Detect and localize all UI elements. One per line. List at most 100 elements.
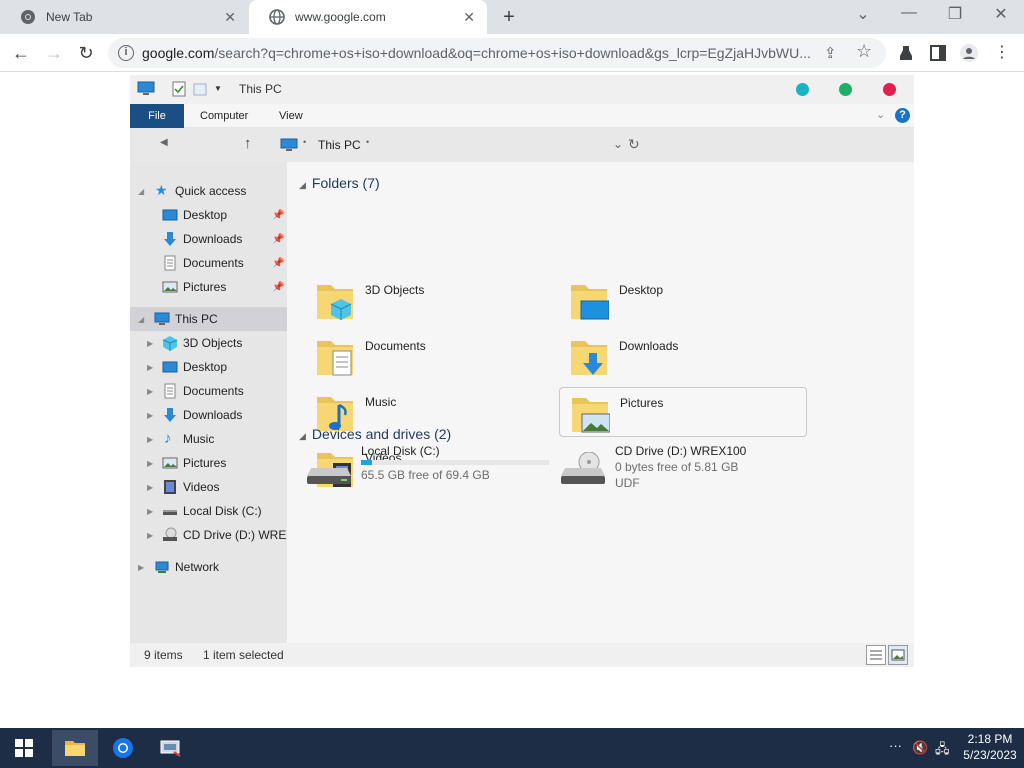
- properties-check-icon[interactable]: [172, 81, 186, 97]
- folders-group-header[interactable]: ◢ Folders (7): [299, 175, 380, 191]
- nav-quick-access[interactable]: ◢ ★ Quick access: [130, 179, 287, 203]
- nav-this-pc[interactable]: ◢ This PC: [130, 307, 287, 331]
- nav-music[interactable]: ▶ ♪ Music: [130, 427, 287, 451]
- nav-qa-desktop[interactable]: Desktop 📌: [130, 203, 287, 227]
- pin-icon[interactable]: 📌: [272, 282, 284, 293]
- folder-3d-objects[interactable]: 3D Objects: [305, 275, 553, 325]
- collapse-arrow-icon[interactable]: ◢: [138, 315, 148, 324]
- nav-qa-documents[interactable]: Documents 📌: [130, 251, 287, 275]
- folder-desktop[interactable]: Desktop: [559, 275, 807, 325]
- overflow-dots-icon[interactable]: ···: [889, 738, 902, 753]
- expand-arrow-icon[interactable]: ▶: [147, 435, 157, 444]
- taskbar-file-explorer[interactable]: [52, 730, 98, 766]
- extensions-icon[interactable]: [897, 44, 915, 62]
- address-bar[interactable]: i google.com/search?q=chrome+os+iso+down…: [108, 38, 886, 68]
- breadcrumb-separator-icon[interactable]: •: [366, 137, 369, 147]
- forward-button[interactable]: →: [43, 42, 65, 64]
- back-arrow-icon[interactable]: ◀: [160, 137, 168, 148]
- side-panel-icon[interactable]: [929, 44, 947, 62]
- ribbon-tab-computer[interactable]: Computer: [200, 110, 248, 122]
- expand-arrow-icon[interactable]: ▶: [147, 339, 157, 348]
- minimize-icon[interactable]: —: [899, 4, 919, 22]
- refresh-icon[interactable]: ↻: [628, 136, 640, 153]
- volume-muted-icon[interactable]: 🔇: [912, 740, 928, 756]
- ribbon-tabs: File Computer View ⌄ ?: [130, 104, 914, 128]
- large-icons-view-icon[interactable]: [888, 645, 908, 665]
- 3d-objects-icon: [162, 336, 178, 351]
- expand-arrow-icon[interactable]: ▶: [147, 483, 157, 492]
- tab-google[interactable]: www.google.com ✕: [249, 0, 487, 34]
- breadcrumb-separator-icon[interactable]: •: [303, 137, 306, 147]
- nav-documents[interactable]: ▶ Documents: [130, 379, 287, 403]
- expand-arrow-icon[interactable]: ▶: [138, 563, 148, 572]
- collapse-arrow-icon[interactable]: ◢: [299, 431, 306, 441]
- nav-desktop[interactable]: ▶ Desktop: [130, 355, 287, 379]
- nav-qa-pictures[interactable]: Pictures 📌: [130, 275, 287, 299]
- minimize-dot-icon[interactable]: [796, 83, 809, 96]
- taskbar-clock[interactable]: 2:18 PM 5/23/2023: [958, 731, 1022, 763]
- details-view-icon[interactable]: [866, 645, 886, 665]
- up-arrow-icon[interactable]: ↑: [244, 135, 252, 152]
- globe-icon: [269, 9, 285, 25]
- folder-downloads[interactable]: Downloads: [559, 331, 807, 381]
- url-text[interactable]: google.com/search?q=chrome+os+iso+downlo…: [142, 45, 822, 61]
- profile-avatar-icon[interactable]: [960, 44, 978, 62]
- expand-arrow-icon[interactable]: ▶: [147, 387, 157, 396]
- nav-downloads[interactable]: ▶ Downloads: [130, 403, 287, 427]
- new-folder-icon[interactable]: [193, 81, 207, 97]
- taskbar-chrome[interactable]: [100, 730, 146, 766]
- drive-local-disk[interactable]: Local Disk (C:) 65.5 GB free of 69.4 GB: [305, 444, 555, 494]
- collapse-arrow-icon[interactable]: ◢: [299, 180, 306, 190]
- customize-qat-chevron-icon[interactable]: ▼: [214, 84, 222, 100]
- folder-pictures[interactable]: Pictures: [559, 387, 807, 437]
- nav-3d-objects[interactable]: ▶ 3D Objects: [130, 331, 287, 355]
- new-tab-button[interactable]: +: [498, 6, 520, 29]
- restore-icon[interactable]: ❐: [945, 4, 965, 24]
- close-window-icon[interactable]: ✕: [991, 4, 1011, 24]
- tab-new-tab[interactable]: New Tab ✕: [0, 0, 248, 34]
- reload-button[interactable]: ↻: [75, 42, 97, 64]
- nav-label: Downloads: [183, 232, 243, 246]
- nav-cd-drive[interactable]: ▶ CD Drive (D:) WREX100: [130, 523, 287, 547]
- window-title: This PC: [239, 82, 282, 96]
- folder-documents[interactable]: Documents: [305, 331, 553, 381]
- expand-arrow-icon[interactable]: ▶: [147, 507, 157, 516]
- music-icon: ♪: [164, 430, 172, 447]
- nav-qa-downloads[interactable]: Downloads 📌: [130, 227, 287, 251]
- expand-arrow-icon[interactable]: ▶: [147, 411, 157, 420]
- tab-strip: New Tab ✕ www.google.com ✕ + ⌄ — ❐ ✕: [0, 0, 1024, 34]
- nav-network[interactable]: ▶ Network: [130, 555, 287, 579]
- drive-cd[interactable]: CD Drive (D:) WREX100 0 bytes free of 5.…: [559, 444, 809, 494]
- help-icon[interactable]: ?: [895, 108, 910, 123]
- network-disconnected-icon[interactable]: 🖧: [935, 740, 950, 762]
- expand-arrow-icon[interactable]: ▶: [147, 459, 157, 468]
- expand-arrow-icon[interactable]: ▶: [147, 363, 157, 372]
- site-info-icon[interactable]: i: [118, 45, 134, 61]
- start-button-icon[interactable]: [15, 739, 33, 757]
- pin-icon[interactable]: 📌: [272, 258, 284, 269]
- nav-local-disk[interactable]: ▶ Local Disk (C:): [130, 499, 287, 523]
- tab-close-icon[interactable]: ✕: [463, 9, 475, 26]
- nav-videos[interactable]: ▶ Videos: [130, 475, 287, 499]
- collapse-arrow-icon[interactable]: ◢: [138, 187, 148, 196]
- pin-icon[interactable]: 📌: [272, 234, 284, 245]
- address-history-chevron-icon[interactable]: ⌄: [613, 137, 623, 151]
- bookmark-star-icon[interactable]: ☆: [856, 41, 872, 62]
- maximize-dot-icon[interactable]: [839, 83, 852, 96]
- expand-ribbon-chevron-icon[interactable]: ⌄: [876, 108, 885, 121]
- nav-pictures[interactable]: ▶ Pictures: [130, 451, 287, 475]
- tab-search-chevron-icon[interactable]: ⌄: [853, 4, 873, 24]
- back-button[interactable]: ←: [10, 42, 32, 64]
- tab-close-icon[interactable]: ✕: [224, 9, 236, 26]
- close-dot-icon[interactable]: [883, 83, 896, 96]
- devices-group-header[interactable]: ◢ Devices and drives (2): [299, 426, 451, 442]
- share-icon[interactable]: ⇪: [824, 44, 837, 62]
- breadcrumb-this-pc[interactable]: This PC: [318, 138, 361, 152]
- taskbar-network-manager[interactable]: [148, 730, 194, 766]
- menu-kebab-icon[interactable]: ⋮: [991, 42, 1013, 64]
- ribbon-tab-view[interactable]: View: [279, 110, 303, 122]
- ribbon-file-tab[interactable]: File: [130, 104, 184, 128]
- expand-arrow-icon[interactable]: ▶: [147, 531, 157, 540]
- pin-icon[interactable]: 📌: [272, 210, 284, 221]
- url-host: google.com: [142, 45, 215, 61]
